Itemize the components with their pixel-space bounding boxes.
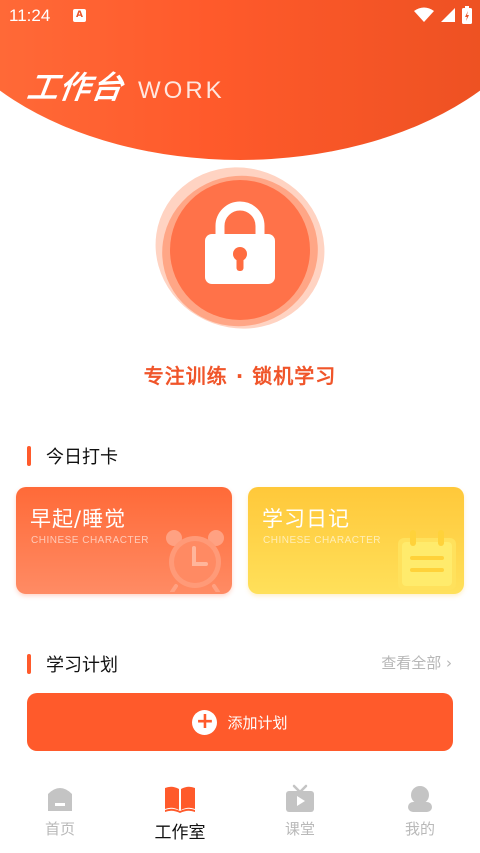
tab-label: 首页 xyxy=(44,820,75,838)
plan-section-header: 学习计划 xyxy=(27,651,118,677)
book-icon xyxy=(165,786,195,813)
home-icon xyxy=(48,788,72,811)
title-en: WORK xyxy=(138,77,225,104)
wifi-icon xyxy=(414,7,434,22)
tab-home[interactable]: 首页 xyxy=(0,784,120,839)
section-marker xyxy=(27,654,31,674)
tv-icon xyxy=(286,784,314,812)
notepad-icon xyxy=(398,530,456,590)
checkin-section-header: 今日打卡 xyxy=(27,443,118,469)
notification-icon: A xyxy=(73,9,86,22)
bottom-tab-bar: 首页 工作室 课堂 我的 xyxy=(0,770,480,853)
status-icons xyxy=(414,6,472,24)
plus-icon: + xyxy=(192,709,218,735)
add-plan-button[interactable]: + 添加计划 xyxy=(27,693,453,751)
add-plan-label: 添加计划 xyxy=(227,713,288,732)
card-subtitle: CHINESE CHARACTER xyxy=(31,535,149,546)
alarm-clock-icon xyxy=(166,530,224,592)
title-cn: 工作台 xyxy=(24,70,127,106)
profile-icon xyxy=(408,786,432,812)
focus-lock-button[interactable] xyxy=(132,143,348,353)
tab-label: 我的 xyxy=(404,820,435,838)
focus-label[interactable]: 专注训练 · 锁机学习 xyxy=(0,360,480,389)
section-marker xyxy=(27,446,31,466)
tab-classroom[interactable]: 课堂 xyxy=(240,784,360,839)
tab-profile[interactable]: 我的 xyxy=(360,784,480,839)
lock-icon xyxy=(205,201,275,284)
view-all-link[interactable]: 查看全部 › xyxy=(381,652,452,673)
signal-icon xyxy=(441,8,455,22)
tab-label: 工作室 xyxy=(154,823,206,843)
battery-icon xyxy=(462,6,472,24)
card-title: 学习日记 xyxy=(262,507,350,531)
checkin-section-title: 今日打卡 xyxy=(46,447,118,468)
wake-sleep-card[interactable]: 早起/睡觉 CHINESE CHARACTER xyxy=(16,487,232,594)
tab-label: 课堂 xyxy=(284,820,315,838)
plan-section-title: 学习计划 xyxy=(46,655,118,676)
header: 11:24 A 工作台 WORK xyxy=(0,0,480,165)
status-bar: 11:24 A xyxy=(0,0,480,32)
tab-studio[interactable]: 工作室 xyxy=(120,784,240,843)
study-diary-card[interactable]: 学习日记 CHINESE CHARACTER xyxy=(248,487,464,594)
card-title: 早起/睡觉 xyxy=(30,507,127,531)
card-subtitle: CHINESE CHARACTER xyxy=(263,535,381,546)
page-title: 工作台 WORK xyxy=(24,62,225,107)
status-time: 11:24 xyxy=(9,6,51,25)
